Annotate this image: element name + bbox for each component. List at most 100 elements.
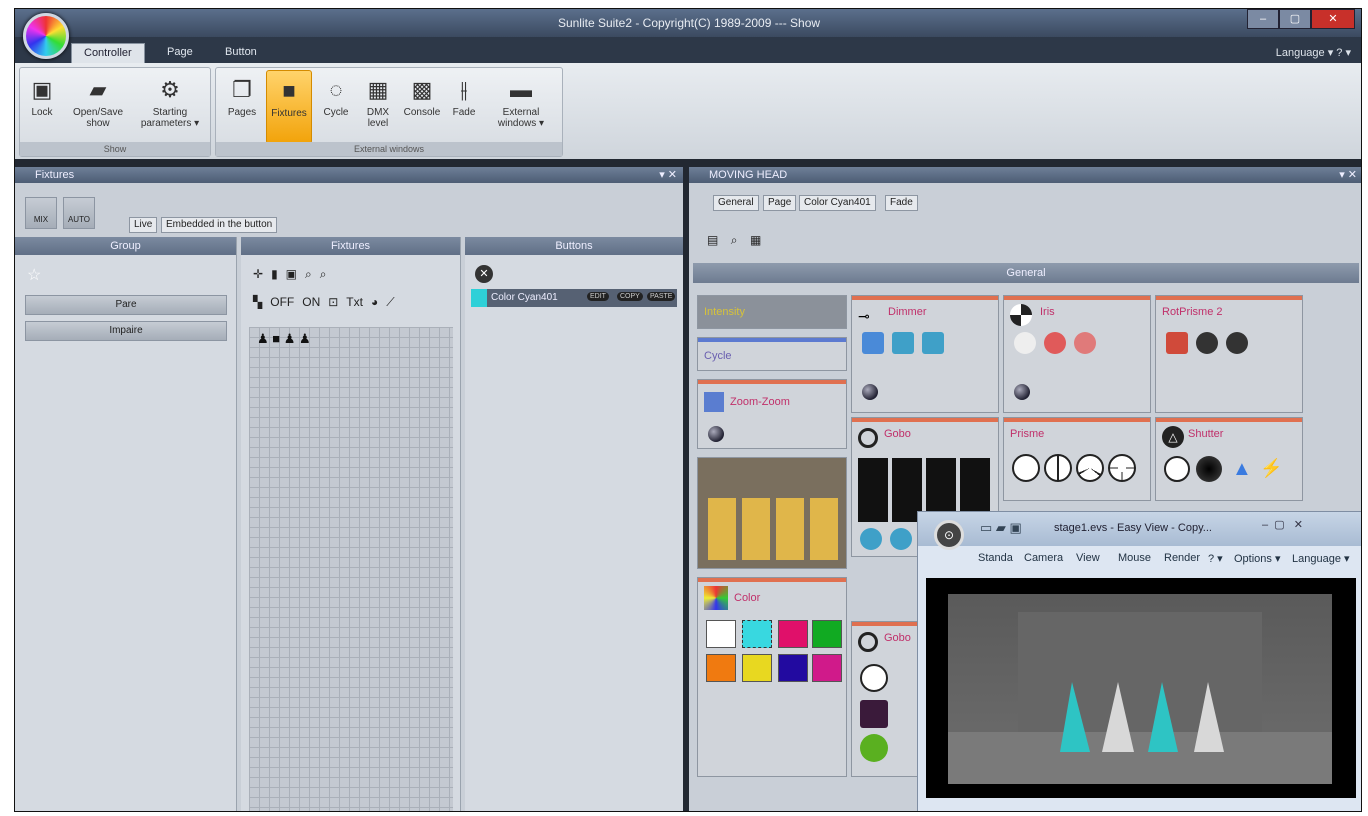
cue-button-row[interactable]: Color Cyan401 EDIT COPY PASTE (471, 289, 677, 307)
starting-parameters-button[interactable]: ⚙ Starting parameters ▾ (134, 70, 206, 144)
prisme-box[interactable]: Prisme (1003, 417, 1151, 501)
effects-item[interactable] (697, 457, 847, 569)
minimize-button[interactable]: – (1247, 9, 1279, 29)
iris-box[interactable]: Iris (1003, 295, 1151, 413)
remove-icon[interactable]: ✕ (475, 265, 493, 283)
fixtures-button[interactable]: ■ Fixtures (266, 70, 312, 144)
select-icon[interactable]: ▣ (286, 267, 297, 281)
mouse-icon[interactable]: ▮ (271, 267, 278, 281)
search-icon[interactable]: ⌕ (731, 233, 738, 248)
easy-view-logo-icon[interactable]: ⊙ (934, 520, 964, 550)
pages-button[interactable]: ❐ Pages (222, 70, 262, 144)
zoom-item[interactable]: Zoom-Zoom (697, 379, 847, 449)
ev-menu-standard[interactable]: Standa (978, 552, 1013, 564)
prisme-btn-1[interactable] (1012, 454, 1040, 482)
tab-live[interactable]: Live (129, 217, 158, 233)
mix-button[interactable]: MIX (25, 197, 57, 229)
color-swatch-blue[interactable] (778, 654, 808, 682)
gobo-btn-blue-2[interactable] (890, 528, 912, 550)
pattern-icon[interactable]: ▚ (253, 295, 262, 309)
dimmer-dot[interactable] (862, 384, 878, 400)
off-button[interactable]: OFF (270, 295, 294, 309)
easy-view-quick-icons[interactable]: ▭ ▰ ▣ (980, 520, 1022, 536)
ev-menu-view[interactable]: View (1076, 552, 1100, 564)
stage-viewport[interactable] (926, 578, 1356, 798)
rotprisme-btn-1[interactable] (1166, 332, 1188, 354)
easy-view-window-controls[interactable]: – ▢ ✕ (1262, 518, 1303, 531)
mh-tab-color[interactable]: Color Cyan401 (799, 195, 876, 211)
ev-menu-options[interactable]: Options ▾ (1234, 552, 1281, 565)
rotprisme-box[interactable]: RotPrisme 2 (1155, 295, 1303, 413)
on-button[interactable]: ON (302, 295, 320, 309)
star-icon[interactable]: ☆ (27, 265, 41, 285)
fixture-grid[interactable]: ♟ ■ ♟ ♟ (249, 327, 453, 811)
copy-button[interactable]: COPY (617, 292, 643, 301)
lock-button[interactable]: ▣ Lock (24, 70, 60, 144)
ev-menu-camera[interactable]: Camera (1024, 552, 1063, 564)
app-orb-icon[interactable] (23, 13, 69, 59)
dmx-level-button[interactable]: ▦ DMX level (358, 70, 398, 144)
prisme-btn-4[interactable] (1108, 454, 1136, 482)
maximize-button[interactable]: ▢ (1279, 9, 1311, 29)
dimmer-box[interactable]: ⊸ Dimmer (851, 295, 999, 413)
zoom-out-icon[interactable]: ⌕ (320, 267, 327, 282)
color-swatch-green[interactable] (812, 620, 842, 648)
shutter-btn-flash[interactable]: ⚡ (1260, 458, 1282, 479)
paste-button[interactable]: PASTE (647, 292, 676, 301)
mh-tab-fade[interactable]: Fade (885, 195, 918, 211)
tab-embedded[interactable]: Embedded in the button (161, 217, 278, 233)
console-button[interactable]: ▩ Console (400, 70, 444, 144)
close-icon[interactable]: ▾ ✕ (659, 167, 677, 183)
group-item-impaire[interactable]: Impaire (25, 321, 227, 341)
tab-button[interactable]: Button (213, 43, 269, 63)
txt-button[interactable]: Txt (346, 295, 363, 309)
mh-tab-page[interactable]: Page (763, 195, 797, 211)
mh-tab-general[interactable]: General (713, 195, 759, 211)
iris-btn-3[interactable] (1074, 332, 1096, 354)
close-button[interactable]: ✕ (1311, 9, 1355, 29)
grid-view-icon[interactable]: ▤ (707, 233, 718, 247)
gobo2-btn-3[interactable] (860, 734, 888, 762)
tab-page[interactable]: Page (155, 43, 205, 63)
external-windows-button[interactable]: ▬ External windows ▾ (486, 70, 556, 144)
effect-icons[interactable] (708, 498, 838, 560)
image-icon[interactable]: ▦ (750, 233, 761, 247)
edit-button[interactable]: EDIT (587, 292, 609, 301)
ev-menu-render[interactable]: Render (1164, 552, 1200, 564)
prisme-btn-2[interactable] (1044, 454, 1072, 482)
shutter-btn-open[interactable] (1164, 456, 1190, 482)
ev-menu-help[interactable]: ? ▾ (1208, 552, 1223, 565)
number-icon[interactable]: ⊡ (328, 295, 338, 309)
color-swatch-cyan[interactable] (742, 620, 772, 648)
ev-menu-mouse[interactable]: Mouse (1118, 552, 1151, 564)
fixture-icons[interactable]: ♟ ■ ♟ ♟ (257, 331, 311, 347)
iris-btn-2[interactable] (1044, 332, 1066, 354)
color-swatch-orange[interactable] (706, 654, 736, 682)
rotprisme-btn-3[interactable] (1226, 332, 1248, 354)
dimmer-btn-1[interactable] (862, 332, 884, 354)
shutter-box[interactable]: △ Shutter ▲ ⚡ (1155, 417, 1303, 501)
zoom-dot[interactable] (708, 426, 724, 442)
zoom-in-icon[interactable]: ⌕ (305, 267, 312, 282)
palette-icon[interactable]: ◕ (371, 295, 378, 309)
color-swatch-yellow[interactable] (742, 654, 772, 682)
close-icon[interactable]: ▾ ✕ (1339, 167, 1357, 183)
auto-button[interactable]: AUTO (63, 197, 95, 229)
shutter-btn-strobe[interactable]: ▲ (1232, 458, 1252, 481)
gobo2-btn-1[interactable] (860, 664, 888, 692)
move-icon[interactable]: ✛ (253, 267, 263, 281)
dimmer-btn-3[interactable] (922, 332, 944, 354)
ev-menu-language[interactable]: Language ▾ (1292, 552, 1350, 565)
rotprisme-btn-2[interactable] (1196, 332, 1218, 354)
color-swatch-magenta[interactable] (778, 620, 808, 648)
gobo2-btn-2[interactable] (860, 700, 888, 728)
color-swatch-pink[interactable] (812, 654, 842, 682)
open-save-button[interactable]: ▰ Open/Save show (66, 70, 130, 144)
tab-controller[interactable]: Controller (71, 43, 145, 63)
shutter-btn-closed[interactable] (1196, 456, 1222, 482)
cycle-button[interactable]: ◌ Cycle (316, 70, 356, 144)
color-box[interactable]: Color (697, 577, 847, 777)
dimmer-btn-2[interactable] (892, 332, 914, 354)
intensity-item[interactable]: Intensity (697, 295, 847, 329)
gobo-btn-blue-1[interactable] (860, 528, 882, 550)
